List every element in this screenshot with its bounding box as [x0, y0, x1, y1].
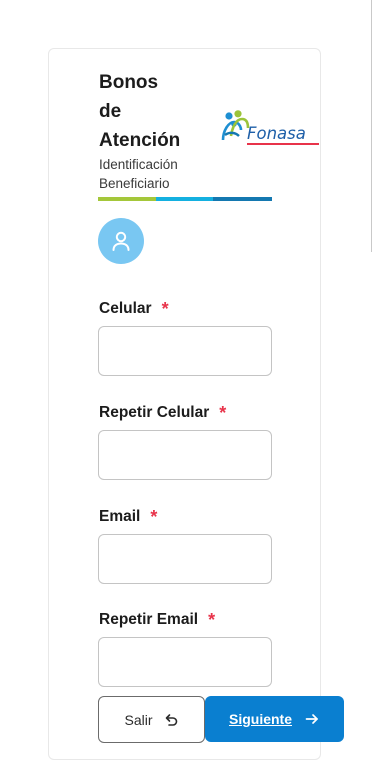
- next-button-label: Siguiente: [228, 711, 292, 727]
- page-subtitle: Identificación Beneficiario: [99, 155, 239, 193]
- email-label: Email *: [99, 508, 157, 526]
- required-asterisk: *: [208, 610, 216, 630]
- celular-label: Celular *: [99, 300, 169, 318]
- repetir-email-input[interactable]: [98, 637, 272, 687]
- progress-segment: [98, 197, 156, 201]
- title-line: Bonos: [99, 72, 159, 93]
- page-title: Bonos de Atención: [99, 68, 209, 155]
- repetir-email-label: Repetir Email *: [99, 611, 215, 629]
- page: Bonos de Atención Fonasa Identificación …: [0, 0, 372, 765]
- title-line: de: [99, 101, 122, 122]
- field-label-text: Repetir Email: [99, 611, 199, 628]
- arrow-right-icon: [305, 714, 318, 724]
- exit-button[interactable]: Salir: [98, 696, 205, 743]
- undo-arrow-icon: [165, 713, 177, 726]
- fonasa-logo: Fonasa: [221, 110, 321, 150]
- exit-button-label: Salir: [124, 711, 153, 728]
- required-asterisk: *: [161, 299, 169, 319]
- repetir-celular-label: Repetir Celular *: [99, 404, 226, 422]
- title-line: Atención: [99, 130, 181, 151]
- field-label-text: Celular: [99, 300, 152, 317]
- progress-segment: [213, 197, 272, 201]
- required-asterisk: *: [150, 507, 158, 527]
- required-asterisk: *: [219, 403, 227, 423]
- logo-text: Fonasa: [247, 124, 306, 143]
- progress-segment: [156, 197, 213, 201]
- field-label-text: Repetir Celular: [99, 404, 210, 421]
- subtitle-line: Beneficiario: [99, 176, 170, 191]
- avatar: [98, 218, 144, 264]
- step-progress-bar: [98, 197, 272, 201]
- next-button[interactable]: Siguiente: [205, 696, 344, 742]
- field-label-text: Email: [99, 508, 141, 525]
- email-input[interactable]: [98, 534, 272, 584]
- celular-input[interactable]: [98, 326, 272, 376]
- repetir-celular-input[interactable]: [98, 430, 272, 480]
- subtitle-line: Identificación: [99, 157, 178, 172]
- user-icon: [112, 231, 130, 251]
